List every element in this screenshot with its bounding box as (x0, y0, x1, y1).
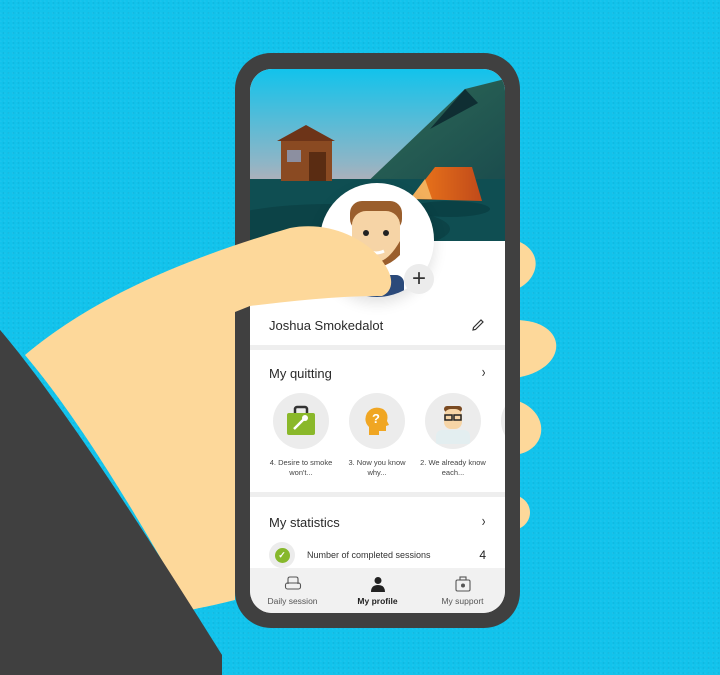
section-title: My statistics (269, 514, 340, 530)
profile-name-row: Joshua Smokedalot (250, 305, 505, 345)
chevron-right-icon[interactable]: › (481, 513, 485, 531)
nav-label: My support (441, 596, 484, 606)
phone-screen: + Joshua Smokedalot My quitting › 4. Des… (250, 69, 505, 613)
card-label: 4. Desire to smoke won't... (269, 458, 333, 477)
card-label: 3. Now you know why... (348, 458, 406, 477)
pencil-icon[interactable] (470, 317, 486, 333)
card-label: 1. Installa (496, 458, 505, 468)
nav-label: Daily session (267, 596, 318, 606)
quitting-card[interactable]: 1. Installa (496, 393, 505, 483)
chevron-right-icon[interactable]: › (481, 364, 485, 382)
section-title: My quitting (269, 365, 332, 381)
nav-daily-session[interactable]: Daily session (253, 576, 333, 606)
nav-label: My profile (357, 596, 398, 606)
svg-text:?: ? (372, 411, 380, 426)
card-label: 2. We already know each... (420, 458, 486, 477)
quitting-carousel[interactable]: 4. Desire to smoke won't... ? 3. Now you… (268, 393, 505, 483)
quitting-card[interactable]: 2. We already know each... (420, 393, 486, 483)
head-question-icon: ? (365, 407, 389, 435)
armchair-icon (284, 576, 301, 590)
nav-my-support[interactable]: My support (423, 576, 503, 606)
quitting-card[interactable]: 4. Desire to smoke won't... (268, 393, 334, 483)
nav-my-profile[interactable]: My profile (338, 576, 418, 606)
profile-name: Joshua Smokedalot (269, 317, 384, 333)
divider (250, 345, 505, 350)
check-circle-icon: ✓ (269, 542, 295, 568)
first-aid-kit-icon (454, 576, 471, 592)
my-quitting-header[interactable]: My quitting › (250, 358, 505, 388)
my-statistics-header[interactable]: My statistics › (250, 507, 505, 537)
bottom-nav: Daily session My profile My support (250, 568, 505, 613)
quitting-card[interactable]: ? 3. Now you know why... (344, 393, 410, 483)
plus-icon: + (411, 265, 426, 292)
stat-value: 4 (479, 548, 486, 562)
doctor-avatar-icon (436, 406, 470, 444)
person-icon (370, 577, 385, 592)
toolbox-wrench-icon (287, 405, 315, 435)
stat-label: Number of completed sessions (307, 550, 431, 560)
divider (250, 492, 505, 497)
add-photo-button[interactable]: + (404, 264, 434, 294)
stat-row: ✓ Number of completed sessions 4 (250, 541, 505, 569)
